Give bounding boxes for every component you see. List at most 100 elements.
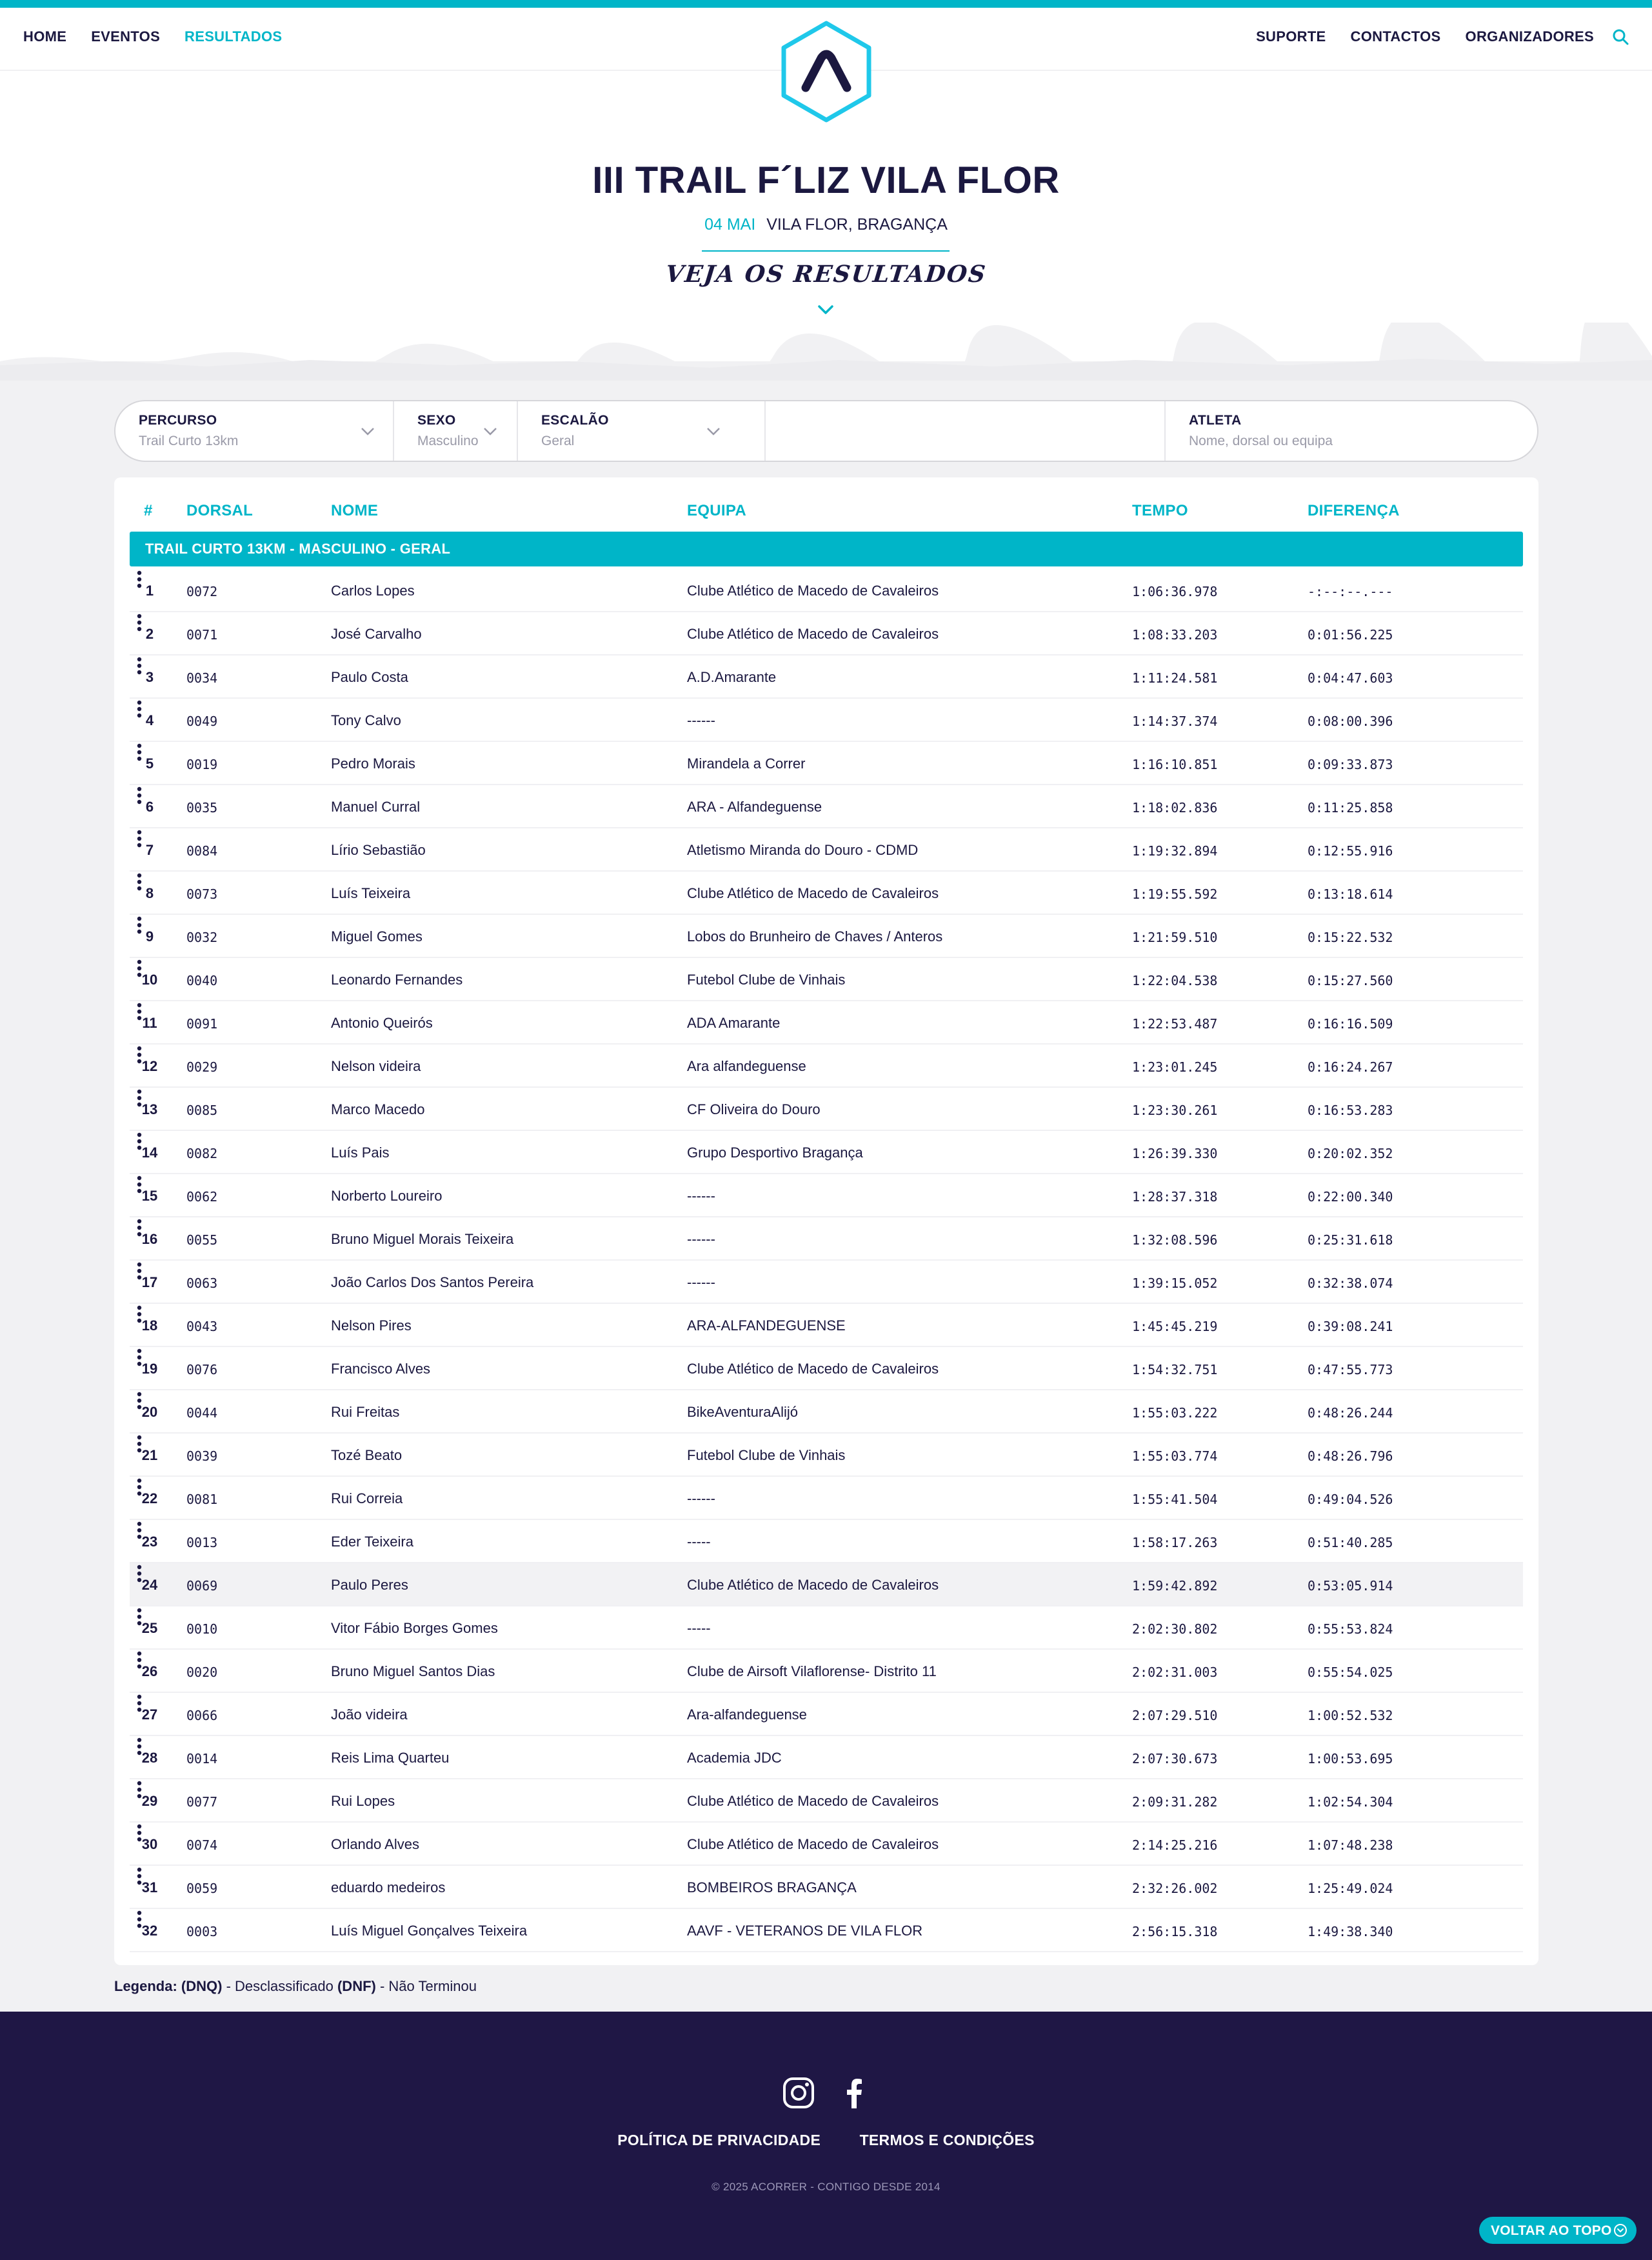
athlete-name-cell: Rui Correia — [331, 1490, 403, 1506]
team-cell: ------ — [687, 712, 715, 728]
back-to-top-button[interactable]: VOLTAR AO TOPO — [1479, 2217, 1637, 2244]
athlete-name-cell: eduardo medeiros — [331, 1879, 446, 1895]
position-cell: 8 — [145, 885, 154, 901]
difference-cell: 0:15:27.560 — [1308, 973, 1393, 988]
dorsal-cell: 0049 — [186, 714, 218, 729]
difference-cell: 0:11:25.858 — [1308, 800, 1393, 815]
team-cell: BikeAventuraAlijó — [687, 1404, 799, 1420]
athlete-name-cell: Nelson Pires — [331, 1317, 412, 1334]
difference-cell: 1:00:52.532 — [1308, 1708, 1393, 1723]
table-row[interactable]: 7 0084 Lírio Sebastião Atletismo Miranda do… — [130, 828, 1523, 872]
team-cell: Clube Atlético de Macedo de Cavaleiros — [687, 583, 939, 599]
table-row[interactable]: 17 0063 João Carlos Dos Santos Pereira ----… — [130, 1261, 1523, 1304]
position-cell: 31 — [141, 1879, 158, 1895]
table-row[interactable]: 26 0020 Bruno Miguel Santos Dias Clube de A… — [130, 1650, 1523, 1693]
table-row[interactable]: 9 0032 Miguel Gomes Lobos do Brunheiro de C… — [130, 915, 1523, 958]
table-row[interactable]: 10 0040 Leonardo Fernandes Futebol Clube de… — [130, 958, 1523, 1001]
atleta-placeholder[interactable]: Nome, dorsal ou equipa — [1189, 434, 1514, 449]
team-cell: Clube Atlético de Macedo de Cavaleiros — [687, 1793, 939, 1809]
team-cell: Ara-alfandeguense — [687, 1706, 807, 1723]
table-row[interactable]: 2 0071 José Carvalho Clube Atlético de Mace… — [130, 612, 1523, 655]
nav-home-link[interactable]: HOME — [23, 28, 66, 45]
table-row[interactable]: 16 0055 Bruno Miguel Morais Teixeira ------… — [130, 1217, 1523, 1261]
time-cell: 2:14:25.216 — [1132, 1837, 1218, 1853]
table-row[interactable]: 19 0076 Francisco Alves Clube Atlético de M… — [130, 1347, 1523, 1390]
escalao-select[interactable]: ESCALÃO Geral — [518, 401, 766, 461]
table-row[interactable]: 24 0069 Paulo Peres Clube Atlético de Maced… — [130, 1563, 1523, 1606]
team-cell: ADA Amarante — [687, 1015, 781, 1031]
difference-cell: 0:47:55.773 — [1308, 1362, 1393, 1377]
table-row[interactable]: 23 0013 Eder Teixeira ----- 1:58:17.263 0:51:… — [130, 1520, 1523, 1563]
position-cell: 16 — [141, 1231, 158, 1247]
nav-organizadores-link[interactable]: ORGANIZADORES — [1466, 28, 1594, 45]
table-row[interactable]: 1 0072 Carlos Lopes Clube Atlético de Maced… — [130, 569, 1523, 612]
table-row[interactable]: 15 0062 Norberto Loureiro ------ 1:28:37.318… — [130, 1174, 1523, 1217]
nav-contactos-link[interactable]: CONTACTOS — [1351, 28, 1441, 45]
table-row[interactable]: 11 0091 Antonio Queirós ADA Amarante 1:22:53… — [130, 1001, 1523, 1045]
difference-cell: 0:53:05.914 — [1308, 1578, 1393, 1594]
sexo-select[interactable]: SEXO Masculino — [394, 401, 518, 461]
position-cell: 27 — [141, 1706, 158, 1723]
time-cell: 1:58:17.263 — [1132, 1535, 1218, 1550]
time-cell: 2:02:31.003 — [1132, 1665, 1218, 1680]
table-row[interactable]: 3 0034 Paulo Costa A.D.Amarante 1:11:24.581 0… — [130, 655, 1523, 699]
nav-suporte-link[interactable]: SUPORTE — [1256, 28, 1326, 45]
time-cell: 2:56:15.318 — [1132, 1924, 1218, 1939]
chevron-down-icon[interactable] — [817, 303, 835, 316]
table-header: # DORSAL NOME EQUIPA TEMPO DIFERENÇA — [130, 502, 1523, 528]
nav-resultados-link[interactable]: RESULTADOS — [184, 28, 282, 45]
dorsal-cell: 0003 — [186, 1924, 218, 1939]
athlete-name-cell: João videira — [331, 1706, 408, 1723]
acorrer-logo-icon[interactable] — [780, 21, 873, 123]
table-row[interactable]: 27 0066 João videira Ara-alfandeguense 2:07:… — [130, 1693, 1523, 1736]
table-row[interactable]: 25 0010 Vitor Fábio Borges Gomes ----- 2:02:… — [130, 1606, 1523, 1650]
athlete-name-cell: Bruno Miguel Santos Dias — [331, 1663, 495, 1679]
atleta-search-field[interactable]: ATLETA Nome, dorsal ou equipa — [1166, 401, 1537, 461]
table-row[interactable]: 22 0081 Rui Correia ------ 1:55:41.504 0:49:0… — [130, 1477, 1523, 1520]
dorsal-cell: 0043 — [186, 1319, 218, 1334]
athlete-name-cell: Tozé Beato — [331, 1447, 403, 1463]
group-title: TRAIL CURTO 13KM - MASCULINO - GERAL — [145, 541, 451, 557]
difference-cell: 0:49:04.526 — [1308, 1492, 1393, 1507]
table-row[interactable]: 13 0085 Marco Macedo CF Oliveira do Douro 1:… — [130, 1088, 1523, 1131]
table-row[interactable]: 8 0073 Luís Teixeira Clube Atlético de Mace… — [130, 872, 1523, 915]
event-meta: 04 MAI VILA FLOR, BRAGANÇA — [0, 215, 1652, 234]
dorsal-cell: 0059 — [186, 1881, 218, 1896]
table-row[interactable]: 28 0014 Reis Lima Quarteu Academia JDC 2:07:… — [130, 1736, 1523, 1779]
table-row[interactable]: 21 0039 Tozé Beato Futebol Clube de Vinhais… — [130, 1434, 1523, 1477]
footer-links: POLÍTICA DE PRIVACIDADE TERMOS E CONDIÇÕ… — [0, 2132, 1652, 2149]
athlete-name-cell: Paulo Costa — [331, 669, 408, 685]
table-row[interactable]: 14 0082 Luís Pais Grupo Desportivo Bragança… — [130, 1131, 1523, 1174]
team-cell: BOMBEIROS BRAGANÇA — [687, 1879, 857, 1895]
team-cell: ARA - Alfandeguense — [687, 799, 822, 815]
time-cell: 1:39:15.052 — [1132, 1275, 1218, 1291]
athlete-name-cell: Vitor Fábio Borges Gomes — [331, 1620, 498, 1636]
table-row[interactable]: 12 0029 Nelson videira Ara alfandeguense 1:2… — [130, 1045, 1523, 1088]
table-row[interactable]: 4 0049 Tony Calvo ------ 1:14:37.374 0:08:00.… — [130, 699, 1523, 742]
table-row[interactable]: 29 0077 Rui Lopes Clube Atlético de Macedo … — [130, 1779, 1523, 1823]
position-cell: 1 — [145, 583, 154, 599]
privacy-policy-link[interactable]: POLÍTICA DE PRIVACIDADE — [617, 2132, 821, 2148]
position-cell: 29 — [141, 1793, 158, 1809]
terms-link[interactable]: TERMOS E CONDIÇÕES — [860, 2132, 1035, 2148]
filter-spacer — [766, 401, 1166, 461]
nav-eventos-link[interactable]: EVENTOS — [91, 28, 160, 45]
athlete-name-cell: Bruno Miguel Morais Teixeira — [331, 1231, 514, 1247]
facebook-icon[interactable] — [837, 2076, 871, 2110]
search-icon[interactable] — [1611, 27, 1630, 46]
team-cell: ----- — [687, 1620, 711, 1636]
col-equipa: EQUIPA — [687, 502, 747, 519]
difference-cell: 1:07:48.238 — [1308, 1837, 1393, 1853]
table-row[interactable]: 18 0043 Nelson Pires ARA-ALFANDEGUENSE 1:45:… — [130, 1304, 1523, 1347]
table-row[interactable]: 30 0074 Orlando Alves Clube Atlético de Mac… — [130, 1823, 1523, 1866]
table-row[interactable]: 5 0019 Pedro Morais Mirandela a Correr 1:16:… — [130, 742, 1523, 785]
table-row[interactable]: 6 0035 Manuel Curral ARA - Alfandeguense 1:1… — [130, 785, 1523, 828]
instagram-icon[interactable] — [782, 2076, 815, 2110]
table-row[interactable]: 32 0003 Luís Miguel Gonçalves Teixeira AAVF… — [130, 1909, 1523, 1952]
results-filter-bar: PERCURSO Trail Curto 13km SEXO Masculino… — [114, 400, 1538, 462]
time-cell: 1:19:55.592 — [1132, 886, 1218, 902]
table-row[interactable]: 31 0059 eduardo medeiros BOMBEIROS BRAGANÇA… — [130, 1866, 1523, 1909]
position-cell: 3 — [145, 669, 154, 685]
table-row[interactable]: 20 0044 Rui Freitas BikeAventuraAlijó 1:55:0… — [130, 1390, 1523, 1434]
percurso-select[interactable]: PERCURSO Trail Curto 13km — [115, 401, 394, 461]
